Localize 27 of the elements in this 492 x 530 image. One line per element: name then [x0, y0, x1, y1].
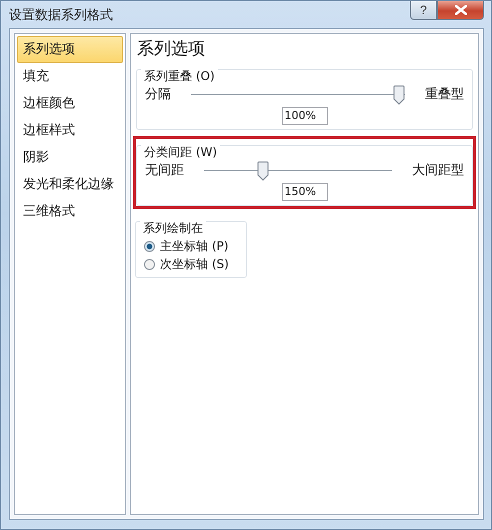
group-label: 系列绘制在 — [140, 221, 206, 235]
help-button[interactable]: ? — [410, 1, 437, 20]
value-field[interactable]: 100% — [282, 107, 328, 125]
group-label: 分类间距 (W) — [141, 145, 220, 159]
max-label: 重叠型 — [425, 86, 464, 104]
slider-thumb[interactable] — [393, 85, 405, 105]
sidebar-item[interactable]: 边框样式 — [17, 117, 123, 144]
window-title: 设置数据系列格式 — [9, 6, 113, 24]
close-button[interactable] — [437, 1, 484, 20]
radio-button[interactable] — [144, 240, 155, 252]
radio-label[interactable]: 主坐标轴 (P) — [160, 237, 228, 255]
sidebar-item[interactable]: 系列选项 — [17, 36, 123, 63]
value-field[interactable]: 150% — [282, 183, 328, 201]
sidebar-item[interactable]: 发光和柔化边缘 — [17, 171, 123, 198]
sidebar-item[interactable]: 边框颜色 — [17, 90, 123, 117]
group-label: 系列重叠 (O) — [141, 69, 218, 83]
min-label: 无间距 — [145, 162, 184, 180]
sidebar-item[interactable]: 阴影 — [17, 144, 123, 171]
radio-button[interactable] — [144, 258, 155, 270]
slider-thumb[interactable] — [256, 161, 269, 181]
section-heading: 系列选项 — [136, 38, 206, 60]
min-label: 分隔 — [145, 86, 171, 104]
sidebar-item[interactable]: 填充 — [17, 63, 123, 90]
close-icon — [454, 5, 466, 15]
radio-label[interactable]: 次坐标轴 (S) — [160, 255, 229, 273]
max-label: 大间距型 — [412, 162, 464, 180]
sidebar-item[interactable]: 三维格式 — [17, 198, 123, 225]
